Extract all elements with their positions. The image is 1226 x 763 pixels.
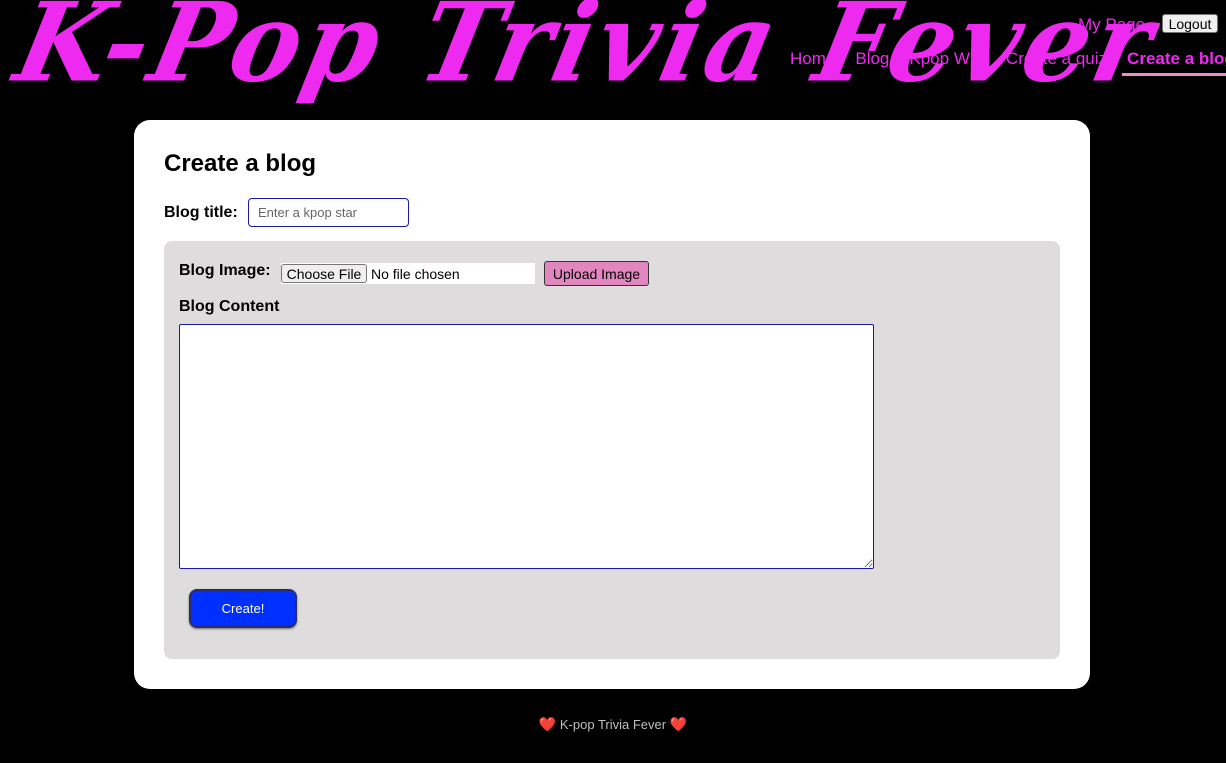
nav-item-create-quiz[interactable]: Create a quiz (996, 49, 1117, 76)
blog-title-input[interactable] (248, 198, 409, 227)
nav-item-blog[interactable]: Blog (845, 49, 899, 76)
blog-content-label: Blog Content (179, 298, 280, 315)
my-page-link[interactable]: My Page (1078, 15, 1145, 35)
blog-content-textarea[interactable] (179, 324, 874, 569)
blog-details-panel: Blog Image: Choose File No file chosen U… (164, 241, 1060, 659)
heart-icon: ❤️ (669, 716, 688, 732)
create-blog-card: Create a blog Blog title: Blog Image: Ch… (134, 120, 1090, 689)
footer-text: K-pop Trivia Fever (559, 717, 667, 732)
upload-image-button[interactable]: Upload Image (544, 261, 649, 286)
nav-item-create-blog[interactable]: Create a blog (1122, 49, 1226, 76)
logout-button[interactable]: Logout (1162, 14, 1218, 33)
choose-file-button[interactable]: Choose File (281, 264, 367, 283)
heart-icon: ❤️ (538, 716, 557, 732)
page-title: Create a blog (164, 150, 317, 177)
page: K-Pop Trivia Fever My Page Logout Home B… (0, 0, 1226, 763)
file-status-text: No file chosen (371, 265, 460, 282)
footer: ❤️ K-pop Trivia Fever ❤️ (0, 716, 1226, 733)
create-button[interactable]: Create! (189, 589, 297, 628)
blog-image-label: Blog Image: (179, 262, 271, 279)
blog-title-label: Blog title: (164, 204, 238, 221)
main-nav: Home Blog Kpop Wiki Create a quiz Create… (780, 49, 1226, 76)
nav-item-home[interactable]: Home (780, 49, 845, 76)
file-input[interactable]: Choose File No file chosen (281, 263, 535, 284)
nav-item-kpop-wiki[interactable]: Kpop Wiki (899, 49, 996, 76)
